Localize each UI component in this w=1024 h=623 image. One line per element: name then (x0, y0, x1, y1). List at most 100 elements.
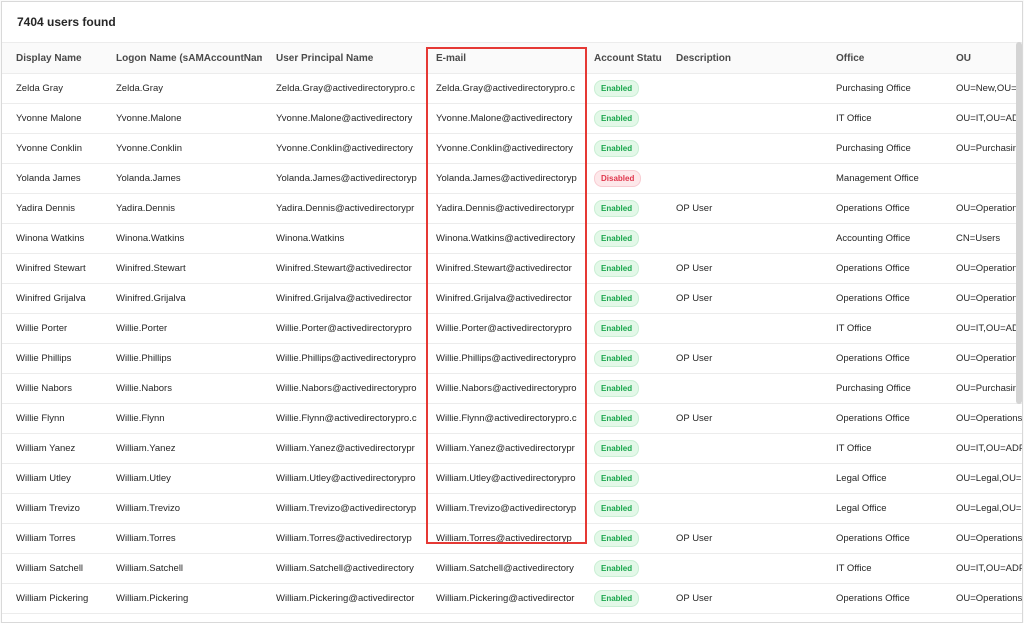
cell-display-name: William Trevizo (16, 503, 80, 514)
cell-logon-name: Yvonne.Conklin (116, 143, 183, 154)
cell-ou: OU=Operations (956, 263, 1022, 274)
status-badge: Enabled (594, 110, 640, 127)
table-row[interactable]: Yvonne Malone Yvonne.Malone Yvonne.Malone@… (2, 104, 1022, 134)
table-row[interactable]: Willie Porter Willie.Porter Willie.Porter@… (2, 314, 1022, 344)
cell-office: IT Office (836, 323, 872, 334)
cell-user-principal-name: Winifred.Stewart@activedirector (276, 263, 412, 274)
cell-display-name: William Utley (16, 473, 71, 484)
table-row[interactable]: William Pickering William.Pickering Willia… (2, 584, 1022, 614)
cell-description: OP User (676, 533, 713, 544)
cell-display-name: Winifred Grijalva (16, 293, 86, 304)
column-header-ou[interactable]: OU (942, 53, 1022, 64)
cell-description: OP User (676, 203, 713, 214)
cell-display-name: Zelda Gray (16, 83, 63, 94)
status-badge: Enabled (594, 440, 640, 457)
status-badge: Enabled (594, 500, 640, 517)
table-row[interactable]: William Yanez William.Yanez William.Yanez@… (2, 434, 1022, 464)
cell-ou: OU=Operations (956, 533, 1022, 544)
table-row[interactable]: Willie Nabors Willie.Nabors Willie.Nabors@… (2, 374, 1022, 404)
table-row[interactable]: William Torres William.Torres William.Torr… (2, 524, 1022, 554)
cell-account-status: Enabled (582, 230, 662, 247)
table-row[interactable]: William Satchell William.Satchell William.… (2, 554, 1022, 584)
table-row[interactable]: Yvonne Conklin Yvonne.Conklin Yvonne.Conkl… (2, 134, 1022, 164)
column-header-logon-name[interactable]: Logon Name (sAMAccountName (102, 53, 262, 64)
status-badge: Disabled (594, 170, 642, 187)
cell-user-principal-name: Willie.Porter@activedirectorypro (276, 323, 412, 334)
cell-display-name: Willie Phillips (16, 353, 72, 364)
cell-user-principal-name: William.Torres@activedirectoryp (276, 533, 412, 544)
cell-email: Willie.Porter@activedirectorypro (436, 323, 572, 334)
table-row[interactable]: Yadira Dennis Yadira.Dennis Yadira.Dennis@… (2, 194, 1022, 224)
cell-office: Operations Office (836, 593, 910, 604)
cell-office: Operations Office (836, 413, 910, 424)
cell-logon-name: Yvonne.Malone (116, 113, 182, 124)
cell-logon-name: Willie.Nabors (116, 383, 172, 394)
cell-logon-name: William.Yanez (116, 443, 176, 454)
column-header-display-name[interactable]: Display Name (2, 53, 102, 64)
cell-description: OP User (676, 353, 713, 364)
column-header-office[interactable]: Office (822, 53, 942, 64)
cell-display-name: William Satchell (16, 563, 84, 574)
cell-email: William.Torres@activedirectoryp (436, 533, 572, 544)
table-row[interactable]: Winona Watkins Winona.Watkins Winona.Watki… (2, 224, 1022, 254)
cell-office: Purchasing Office (836, 383, 911, 394)
status-badge: Enabled (594, 470, 640, 487)
table-row[interactable]: William Trevizo William.Trevizo William.Tr… (2, 494, 1022, 524)
cell-display-name: Yadira Dennis (16, 203, 75, 214)
users-report-panel: 7404 users found Display Name Logon Name… (1, 1, 1023, 623)
cell-office: Operations Office (836, 263, 910, 274)
cell-ou: OU=Operations (956, 353, 1022, 364)
table-row[interactable]: Yolanda James Yolanda.James Yolanda.James@… (2, 164, 1022, 194)
cell-user-principal-name: Winona.Watkins (276, 233, 345, 244)
cell-logon-name: Willie.Porter (116, 323, 168, 334)
vertical-scrollbar[interactable] (1016, 42, 1022, 404)
cell-email: William.Utley@activedirectorypro (436, 473, 576, 484)
cell-logon-name: Winona.Watkins (116, 233, 185, 244)
status-badge: Enabled (594, 590, 640, 607)
table-row[interactable]: William Utley William.Utley William.Utley@… (2, 464, 1022, 494)
table-body: Zelda Gray Zelda.Gray Zelda.Gray@activedir… (2, 74, 1022, 614)
cell-logon-name: Yadira.Dennis (116, 203, 175, 214)
cell-logon-name: William.Pickering (116, 593, 189, 604)
cell-account-status: Enabled (582, 380, 662, 397)
table-row[interactable]: Zelda Gray Zelda.Gray Zelda.Gray@activedir… (2, 74, 1022, 104)
column-header-email[interactable]: E-mail (422, 53, 582, 64)
cell-office: Purchasing Office (836, 143, 911, 154)
cell-user-principal-name: Winifred.Grijalva@activedirector (276, 293, 412, 304)
status-badge: Enabled (594, 530, 640, 547)
cell-account-status: Enabled (582, 260, 662, 277)
table-row[interactable]: Willie Flynn Willie.Flynn Willie.Flynn@act… (2, 404, 1022, 434)
cell-email: Winifred.Grijalva@activedirector (436, 293, 572, 304)
cell-office: IT Office (836, 113, 872, 124)
cell-email: Yvonne.Conklin@activedirectory (436, 143, 573, 154)
cell-user-principal-name: Yvonne.Conklin@activedirectory (276, 143, 413, 154)
cell-email: Yvonne.Malone@activedirectory (436, 113, 573, 124)
cell-email: Yadira.Dennis@activedirectorypr (436, 203, 575, 214)
cell-ou: CN=Users (956, 233, 1001, 244)
cell-email: Winifred.Stewart@activedirector (436, 263, 572, 274)
column-header-account-status[interactable]: Account Statu (582, 53, 662, 64)
cell-ou: OU=Operations (956, 413, 1022, 424)
column-header-description[interactable]: Description (662, 53, 822, 64)
cell-email: Zelda.Gray@activedirectorypro.c (436, 83, 575, 94)
table-row[interactable]: Winifred Grijalva Winifred.Grijalva Winifr… (2, 284, 1022, 314)
table-row[interactable]: Winifred Stewart Winifred.Stewart Winifred… (2, 254, 1022, 284)
cell-ou: OU=IT,OU=ADP (956, 113, 1022, 124)
cell-logon-name: William.Utley (116, 473, 171, 484)
status-badge: Enabled (594, 290, 640, 307)
table-row[interactable]: Willie Phillips Willie.Phillips Willie.Phi… (2, 344, 1022, 374)
status-badge: Enabled (594, 260, 640, 277)
cell-office: Legal Office (836, 503, 887, 514)
cell-display-name: Willie Flynn (16, 413, 65, 424)
cell-description: OP User (676, 293, 713, 304)
cell-account-status: Enabled (582, 410, 662, 427)
cell-account-status: Enabled (582, 500, 662, 517)
cell-user-principal-name: Yolanda.James@activedirectoryp (276, 173, 417, 184)
cell-email: Willie.Flynn@activedirectorypro.c (436, 413, 577, 424)
cell-user-principal-name: Zelda.Gray@activedirectorypro.c (276, 83, 415, 94)
status-badge: Enabled (594, 320, 640, 337)
cell-office: Management Office (836, 173, 919, 184)
column-header-user-principal-name[interactable]: User Principal Name (262, 53, 422, 64)
cell-user-principal-name: Yadira.Dennis@activedirectorypr (276, 203, 415, 214)
cell-logon-name: William.Trevizo (116, 503, 181, 514)
